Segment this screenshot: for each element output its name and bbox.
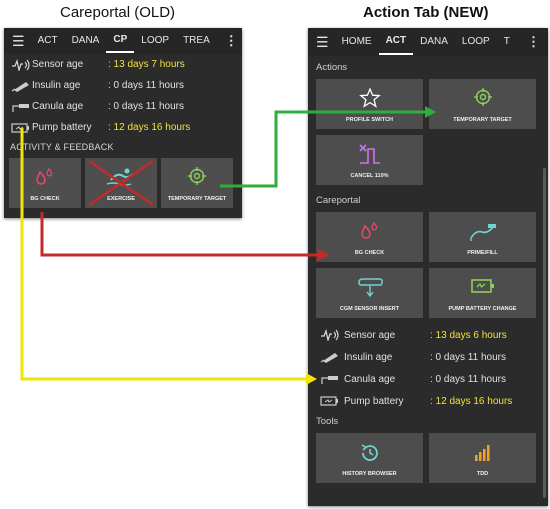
prime-fill-icon (468, 220, 498, 247)
actions-heading: Actions (316, 62, 348, 73)
star-icon (358, 87, 381, 114)
new-temporary-target-button[interactable]: TEMPORARY TARGET (429, 79, 536, 129)
scrollbar[interactable] (543, 168, 546, 498)
new-bg-check-button[interactable]: BG CHECK (316, 212, 423, 262)
profile-switch-button[interactable]: PROFILE SWITCH (316, 79, 423, 129)
tools-heading: Tools (316, 416, 339, 427)
target-icon (187, 166, 207, 191)
insulin-icon (10, 80, 32, 92)
new-status-sensor-age: Sensor age : 13 days 6 hours (308, 324, 548, 346)
old-status-canula-age: Canula age : 0 days 11 hours (4, 96, 242, 117)
target-icon (473, 87, 493, 112)
bar-chart-icon (472, 441, 494, 468)
old-temporary-target-button[interactable]: TEMPORARY TARGET (161, 158, 233, 208)
history-browser-button[interactable]: HISTORY BROWSER (316, 433, 423, 483)
caption-new: Action Tab (NEW) (363, 4, 489, 21)
tools-grid: HISTORY BROWSER TDD (308, 433, 548, 483)
cancel-basal-icon (358, 143, 382, 170)
old-button-row: BG CHECK EXERCISE TEMPORARY TARGET (4, 158, 242, 208)
old-status-sensor-age: Sensor age : 13 days 7 hours (4, 54, 242, 75)
tdd-button[interactable]: TDD (429, 433, 536, 483)
activity-feedback-heading: ACTIVITY & FEEDBACK (10, 142, 114, 152)
removed-cross-icon (88, 159, 154, 207)
battery-icon (10, 122, 32, 134)
new-tab-bar: ☰ HOME ACT DANA LOOP T ⋮ (308, 28, 548, 56)
new-tab-act[interactable]: ACT (378, 29, 414, 55)
overflow-menu-icon[interactable]: ⋮ (519, 29, 548, 55)
hamburger-menu-icon[interactable]: ☰ (4, 28, 31, 54)
old-tab-bar: ☰ ACT DANA CP LOOP TREA ⋮ (4, 28, 242, 54)
old-status-pump-battery: Pump battery : 12 days 16 hours (4, 117, 242, 138)
old-tab-treatments[interactable]: TREA (176, 28, 217, 54)
history-icon (358, 441, 382, 470)
new-status-insulin-age: Insulin age : 0 days 11 hours (308, 346, 548, 368)
red-arrow (40, 212, 318, 257)
battery-icon (469, 276, 497, 301)
new-tab-loop[interactable]: LOOP (455, 28, 497, 56)
old-tab-cp[interactable]: CP (106, 29, 135, 53)
old-tab-dana[interactable]: DANA (65, 28, 107, 54)
hamburger-menu-icon[interactable]: ☰ (308, 29, 335, 55)
cgm-sensor-insert-button[interactable]: CGM SENSOR INSERT (316, 268, 423, 318)
canula-icon (316, 373, 344, 385)
sensor-icon (10, 58, 32, 71)
careportal-grid: BG CHECK PRIME/FILL CGM SENSOR INSERT PU… (308, 212, 548, 318)
new-status-pump-battery: Pump battery : 12 days 16 hours (308, 390, 548, 412)
new-tab-home[interactable]: HOME (335, 28, 379, 56)
actions-grid: PROFILE SWITCH TEMPORARY TARGET CANCEL 1… (308, 79, 548, 185)
old-bg-check-button[interactable]: BG CHECK (9, 158, 81, 208)
cgm-sensor-icon (355, 276, 385, 303)
old-exercise-button[interactable]: EXERCISE (85, 158, 157, 208)
new-tab-dana[interactable]: DANA (413, 28, 455, 56)
old-careportal-panel: ☰ ACT DANA CP LOOP TREA ⋮ Sensor age : 1… (4, 28, 242, 218)
blood-drop-icon (359, 220, 381, 247)
new-action-tab-panel: ☰ HOME ACT DANA LOOP T ⋮ Actions PROFILE… (308, 28, 548, 506)
new-status-canula-age: Canula age : 0 days 11 hours (308, 368, 548, 390)
cancel-temp-basal-button[interactable]: CANCEL 110% (316, 135, 423, 185)
blood-drop-icon (34, 166, 56, 193)
careportal-heading: Careportal (316, 195, 361, 206)
old-status-insulin-age: Insulin age : 0 days 11 hours (4, 75, 242, 96)
pump-battery-change-button[interactable]: PUMP BATTERY CHANGE (429, 268, 536, 318)
old-tab-act[interactable]: ACT (31, 28, 65, 54)
insulin-icon (316, 351, 344, 363)
sensor-icon (316, 329, 344, 341)
prime-fill-button[interactable]: PRIME/FILL (429, 212, 536, 262)
battery-icon (316, 395, 344, 407)
new-tab-truncated[interactable]: T (497, 28, 517, 56)
caption-old: Careportal (OLD) (60, 4, 176, 21)
canula-icon (10, 101, 32, 113)
old-tab-loop[interactable]: LOOP (134, 28, 176, 54)
overflow-menu-icon[interactable]: ⋮ (217, 28, 246, 54)
